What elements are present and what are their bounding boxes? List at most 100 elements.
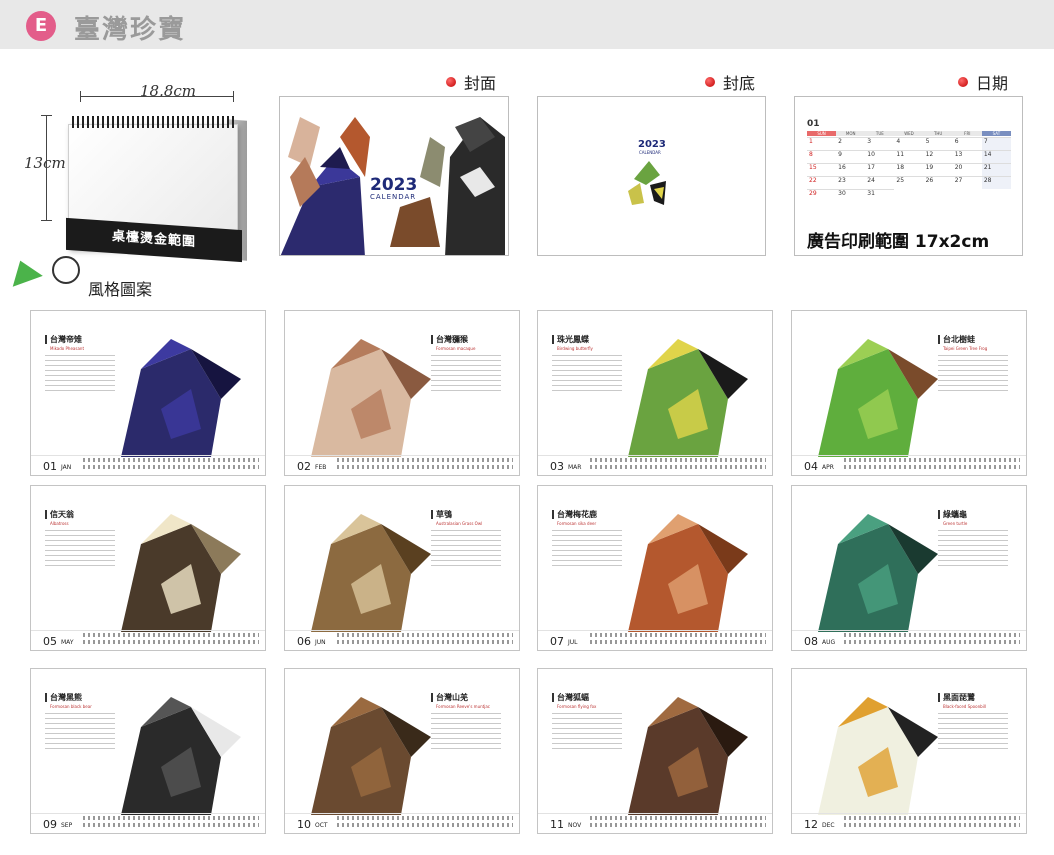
category-badge: E — [26, 11, 56, 41]
date-cell: 20 — [952, 163, 982, 176]
month-footer: 02 FEB — [285, 455, 519, 475]
month-number: 11 — [550, 818, 564, 831]
animal-illustration — [818, 339, 938, 457]
bullet-icon — [705, 77, 715, 87]
month-number: 06 — [297, 635, 311, 648]
animal-illustration — [311, 697, 431, 815]
animal-name: 台灣梅花鹿 — [552, 510, 597, 519]
description-text-block — [552, 530, 622, 566]
animal-english-name: Formosan Reeve's muntjac — [436, 704, 490, 709]
month-number: 10 — [297, 818, 311, 831]
bullet-icon — [958, 77, 968, 87]
animal-name: 台灣山羌 — [431, 693, 468, 702]
month-abbr: AUG — [822, 639, 836, 646]
day-strip — [337, 458, 513, 470]
date-preview: 01 SUN MON TUE WED THU FRI SAT 123456789… — [794, 96, 1023, 256]
month-footer: 06 JUN — [285, 630, 519, 650]
month-abbr: OCT — [315, 822, 328, 829]
animal-illustration — [121, 339, 241, 457]
month-card-may: 信天翁 Albatross 05 MAY — [30, 485, 266, 651]
date-cell: 12 — [923, 150, 953, 163]
month-footer: 04 APR — [792, 455, 1026, 475]
date-cell: 2 — [836, 137, 866, 150]
date-cell: 21 — [981, 163, 1011, 176]
day-strip — [337, 816, 513, 828]
month-footer: 07 JUL — [538, 630, 772, 650]
description-text-block — [431, 355, 501, 391]
month-abbr: JUN — [315, 639, 326, 646]
date-cell: 3 — [865, 137, 895, 150]
description-text-block — [45, 530, 115, 566]
animal-illustration — [311, 339, 431, 457]
month-abbr: DEC — [822, 822, 835, 829]
animal-illustration — [818, 514, 938, 632]
description-text-block — [552, 713, 622, 749]
animal-illustration — [818, 697, 938, 815]
back-subtitle: CALENDAR — [639, 150, 661, 155]
animal-english-name: Birdwing butterfly — [557, 346, 593, 351]
month-card-jan: 台灣帝雉 Mikado Pheasant 01 JAN — [30, 310, 266, 476]
month-footer: 12 DEC — [792, 813, 1026, 833]
animal-illustration — [121, 514, 241, 632]
cover-preview: 2023 CALENDAR — [279, 96, 509, 256]
height-dimension-label: 13cm — [24, 154, 66, 172]
back-butterfly-illustration — [628, 161, 666, 205]
day-strip — [590, 816, 766, 828]
month-number: 09 — [43, 818, 57, 831]
day-strip — [83, 633, 259, 645]
weekday-label: WED — [894, 131, 924, 136]
bullet-icon — [446, 77, 456, 87]
date-cell: 27 — [952, 176, 982, 189]
animal-name: 珠光鳳蝶 — [552, 335, 589, 344]
cover-subtitle: CALENDAR — [370, 193, 417, 201]
date-cell: 16 — [836, 163, 866, 176]
date-cell: 29 — [807, 189, 837, 202]
animal-name: 台灣獼猴 — [431, 335, 468, 344]
day-strip — [844, 816, 1020, 828]
date-cell: 23 — [836, 176, 866, 189]
weekday-label: MON — [836, 131, 866, 136]
animal-english-name: Mikado Pheasant — [50, 346, 85, 351]
day-strip — [844, 458, 1020, 470]
month-abbr: NOV — [568, 822, 582, 829]
animal-english-name: Formosan flying fox — [557, 704, 597, 709]
cover-year: 2023 — [370, 175, 418, 195]
description-text-block — [938, 355, 1008, 391]
triangle-icon — [5, 255, 43, 287]
month-number: 08 — [804, 635, 818, 648]
animal-english-name: Green turtle — [943, 521, 968, 526]
date-cell: 19 — [923, 163, 953, 176]
weekday-label: FRI — [952, 131, 982, 136]
animal-illustration — [121, 697, 241, 815]
width-dimension-label: 18.8cm — [140, 82, 197, 100]
month-card-mar: 珠光鳳蝶 Birdwing butterfly 03 MAR — [537, 310, 773, 476]
day-strip — [590, 458, 766, 470]
section-label-cover: 封面 — [446, 70, 496, 94]
month-footer: 09 SEP — [31, 813, 265, 833]
description-text-block — [431, 713, 501, 749]
animal-name: 黑面琵鷺 — [938, 693, 975, 702]
back-preview: 2023 CALENDAR — [537, 96, 766, 256]
date-month-number: 01 — [807, 119, 820, 129]
animal-english-name: Australasian Grass Owl — [436, 521, 483, 526]
date-cell: 17 — [865, 163, 895, 176]
month-number: 03 — [550, 460, 564, 473]
date-cell: 1 — [807, 137, 837, 150]
month-number: 02 — [297, 460, 311, 473]
section-label-dates: 日期 — [958, 70, 1008, 94]
animal-illustration — [628, 514, 748, 632]
date-cell: 9 — [836, 150, 866, 163]
month-footer: 01 JAN — [31, 455, 265, 475]
weekday-label: SAT — [981, 131, 1011, 136]
animal-name: 草鴞 — [431, 510, 452, 519]
date-cell: 22 — [807, 176, 837, 189]
day-strip — [337, 633, 513, 645]
month-abbr: FEB — [315, 464, 327, 471]
animal-english-name: Albatross — [50, 521, 69, 526]
date-cell: 4 — [894, 137, 924, 150]
date-cell: 13 — [952, 150, 982, 163]
description-text-block — [552, 355, 622, 391]
month-footer: 08 AUG — [792, 630, 1026, 650]
spiral-binding — [72, 116, 234, 128]
description-text-block — [45, 355, 115, 391]
